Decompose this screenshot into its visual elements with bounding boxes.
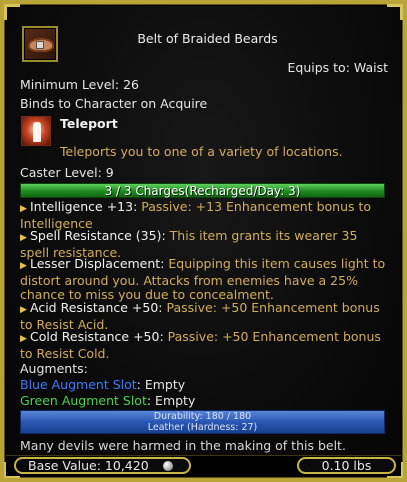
effect-description-cont: distort around you. Attacks from enemies…: [20, 272, 358, 302]
augment-slot-value: : Empty: [136, 377, 186, 392]
minimum-level: Minimum Level: 26: [20, 77, 139, 92]
spell-name: Teleport: [60, 116, 118, 131]
effect-item: ▶ Lesser Displacement: Equipping this ite…: [20, 256, 392, 303]
border-corner: [4, 4, 20, 20]
effect-description: This item grants its wearer 35: [165, 228, 358, 243]
effect-item: ▶ Acid Resistance +50: Passive: +50 Enhan…: [20, 300, 392, 332]
triangle-bullet-icon: ▶: [20, 233, 27, 243]
figure-shape: [33, 122, 41, 142]
effect-name: Lesser Displacement:: [30, 256, 165, 271]
effect-name: Intelligence +13:: [30, 199, 138, 214]
effect-description: Passive: +50 Enhancement bonus: [162, 300, 380, 315]
effect-description: Equipping this item causes light to: [164, 256, 386, 271]
effect-name: Spell Resistance (35):: [30, 228, 166, 243]
effect-item: ▶ Intelligence +13: Passive: +13 Enhancem…: [20, 199, 392, 231]
triangle-bullet-icon: ▶: [20, 261, 27, 271]
augment-slot-name: Green Augment Slot: [20, 393, 147, 408]
binding-status: Binds to Character on Acquire: [20, 96, 208, 111]
augment-slot-blue[interactable]: Blue Augment Slot: Empty: [20, 377, 185, 392]
effect-name: Acid Resistance +50:: [30, 300, 163, 315]
item-title: Belt of Braided Beards: [137, 31, 278, 46]
charges-bar: 3 / 3 Charges(Recharged/Day: 3): [20, 183, 385, 198]
durability-text: Durability: 180 / 180: [153, 411, 252, 422]
effect-description: Passive: +13 Enhancement bonus to: [137, 199, 372, 214]
effect-item: ▶ Cold Resistance +50: Passive: +50 Enhan…: [20, 329, 392, 361]
triangle-bullet-icon: ▶: [20, 204, 27, 214]
caster-level: Caster Level: 9: [20, 165, 114, 180]
triangle-bullet-icon: ▶: [20, 334, 27, 344]
weight-box: 0.10 lbs: [297, 457, 396, 474]
flavor-text: Many devils were harmed in the making of…: [20, 438, 346, 453]
augment-slot-name: Blue Augment Slot: [20, 377, 137, 392]
coin-icon: [163, 461, 173, 471]
spell-description: Teleports you to one of a variety of loc…: [60, 144, 343, 159]
border-corner: [387, 4, 403, 20]
augment-slot-green[interactable]: Green Augment Slot: Empty: [20, 393, 195, 408]
triangle-bullet-icon: ▶: [20, 305, 27, 315]
effect-name: Cold Resistance +50:: [30, 329, 164, 344]
durability-bar: Durability: 180 / 180 Leather (Hardness:…: [20, 410, 385, 434]
effect-description-cont: to Resist Cold.: [20, 345, 110, 361]
teleport-figure-icon: [21, 116, 51, 146]
augment-slot-value: : Empty: [146, 393, 196, 408]
item-tooltip: Belt of Braided Beards Equips to: Waist …: [0, 0, 407, 482]
material-text: Leather (Hardness: 27): [147, 422, 258, 433]
augments-heading: Augments:: [20, 361, 88, 376]
equip-slot: Equips to: Waist: [287, 60, 389, 75]
effect-description: Passive: +50 Enhancement bonus: [163, 329, 381, 344]
